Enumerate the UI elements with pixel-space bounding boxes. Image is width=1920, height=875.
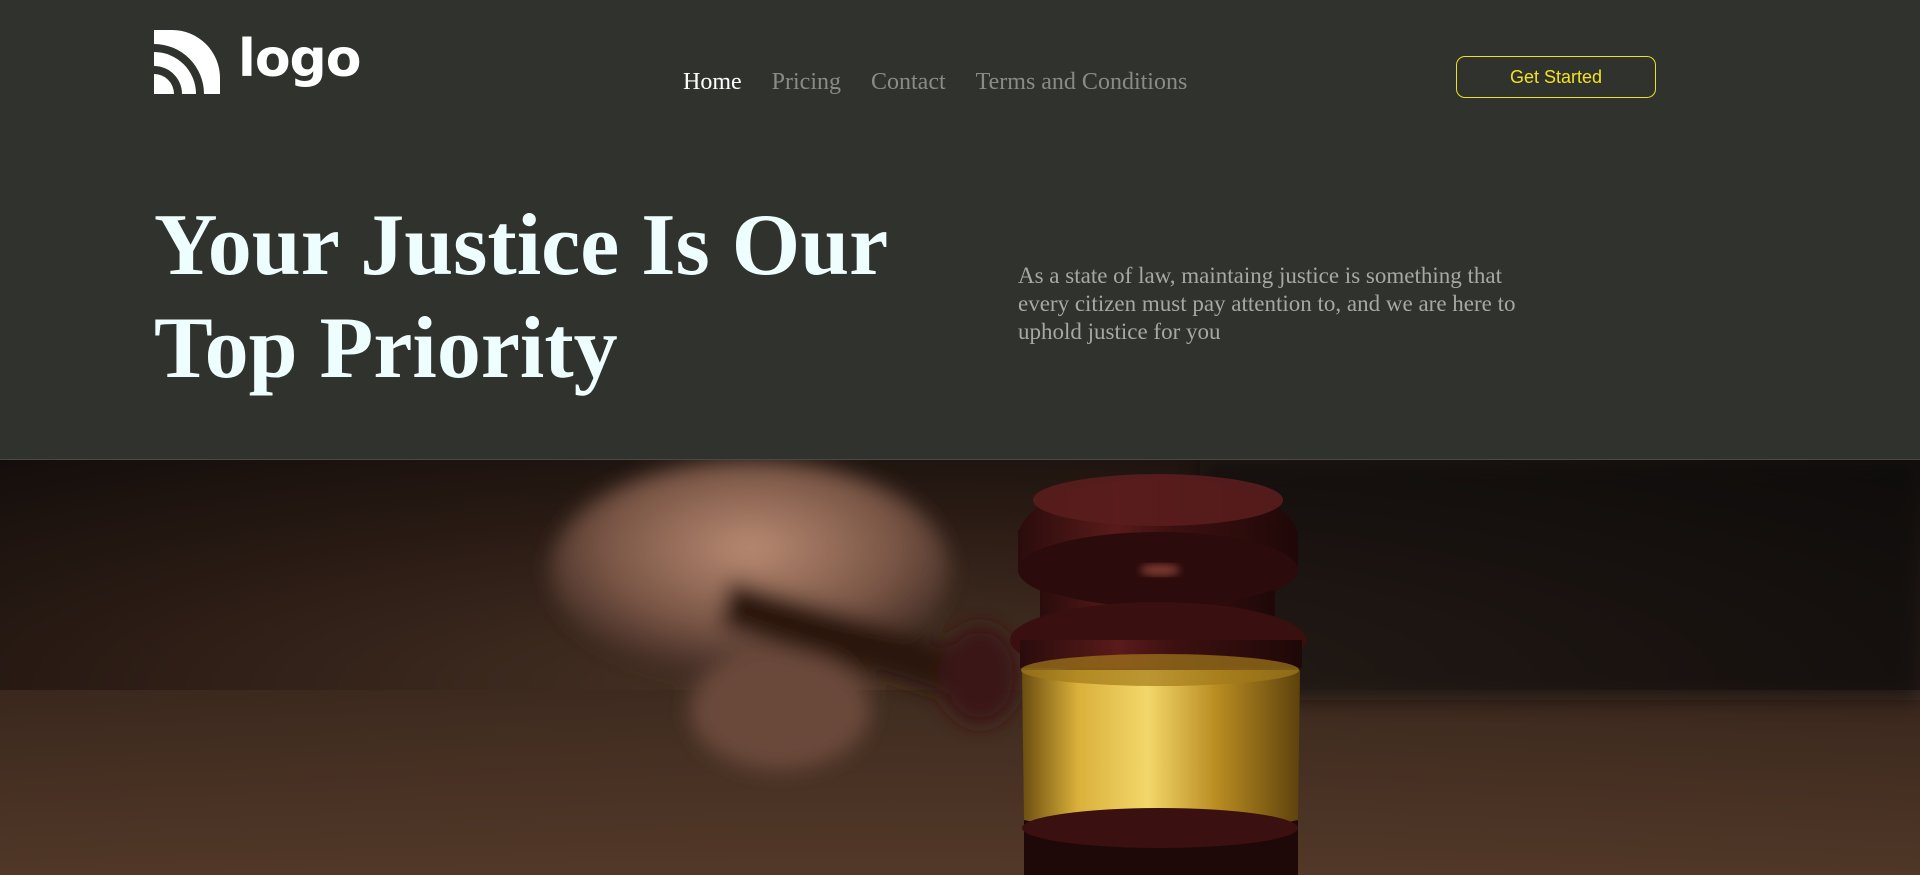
logo-text: logo <box>238 29 361 89</box>
nav-contact[interactable]: Contact <box>871 70 946 94</box>
nav-pricing[interactable]: Pricing <box>772 70 841 94</box>
page: logo Home Pricing Contact Terms and Cond… <box>0 0 1920 875</box>
logo-icon <box>154 30 220 94</box>
logo[interactable]: logo <box>154 30 361 94</box>
hero-image <box>0 459 1920 875</box>
hero-title: Your Justice Is Our Top Priority <box>154 197 887 397</box>
gavel-illustration <box>0 460 1920 875</box>
get-started-button[interactable]: Get Started <box>1456 56 1656 98</box>
main-nav: Home Pricing Contact Terms and Condition… <box>683 70 1187 94</box>
nav-terms[interactable]: Terms and Conditions <box>976 70 1188 94</box>
hero-description: As a state of law, maintaing justice is … <box>1018 263 1516 344</box>
nav-home[interactable]: Home <box>683 70 742 94</box>
